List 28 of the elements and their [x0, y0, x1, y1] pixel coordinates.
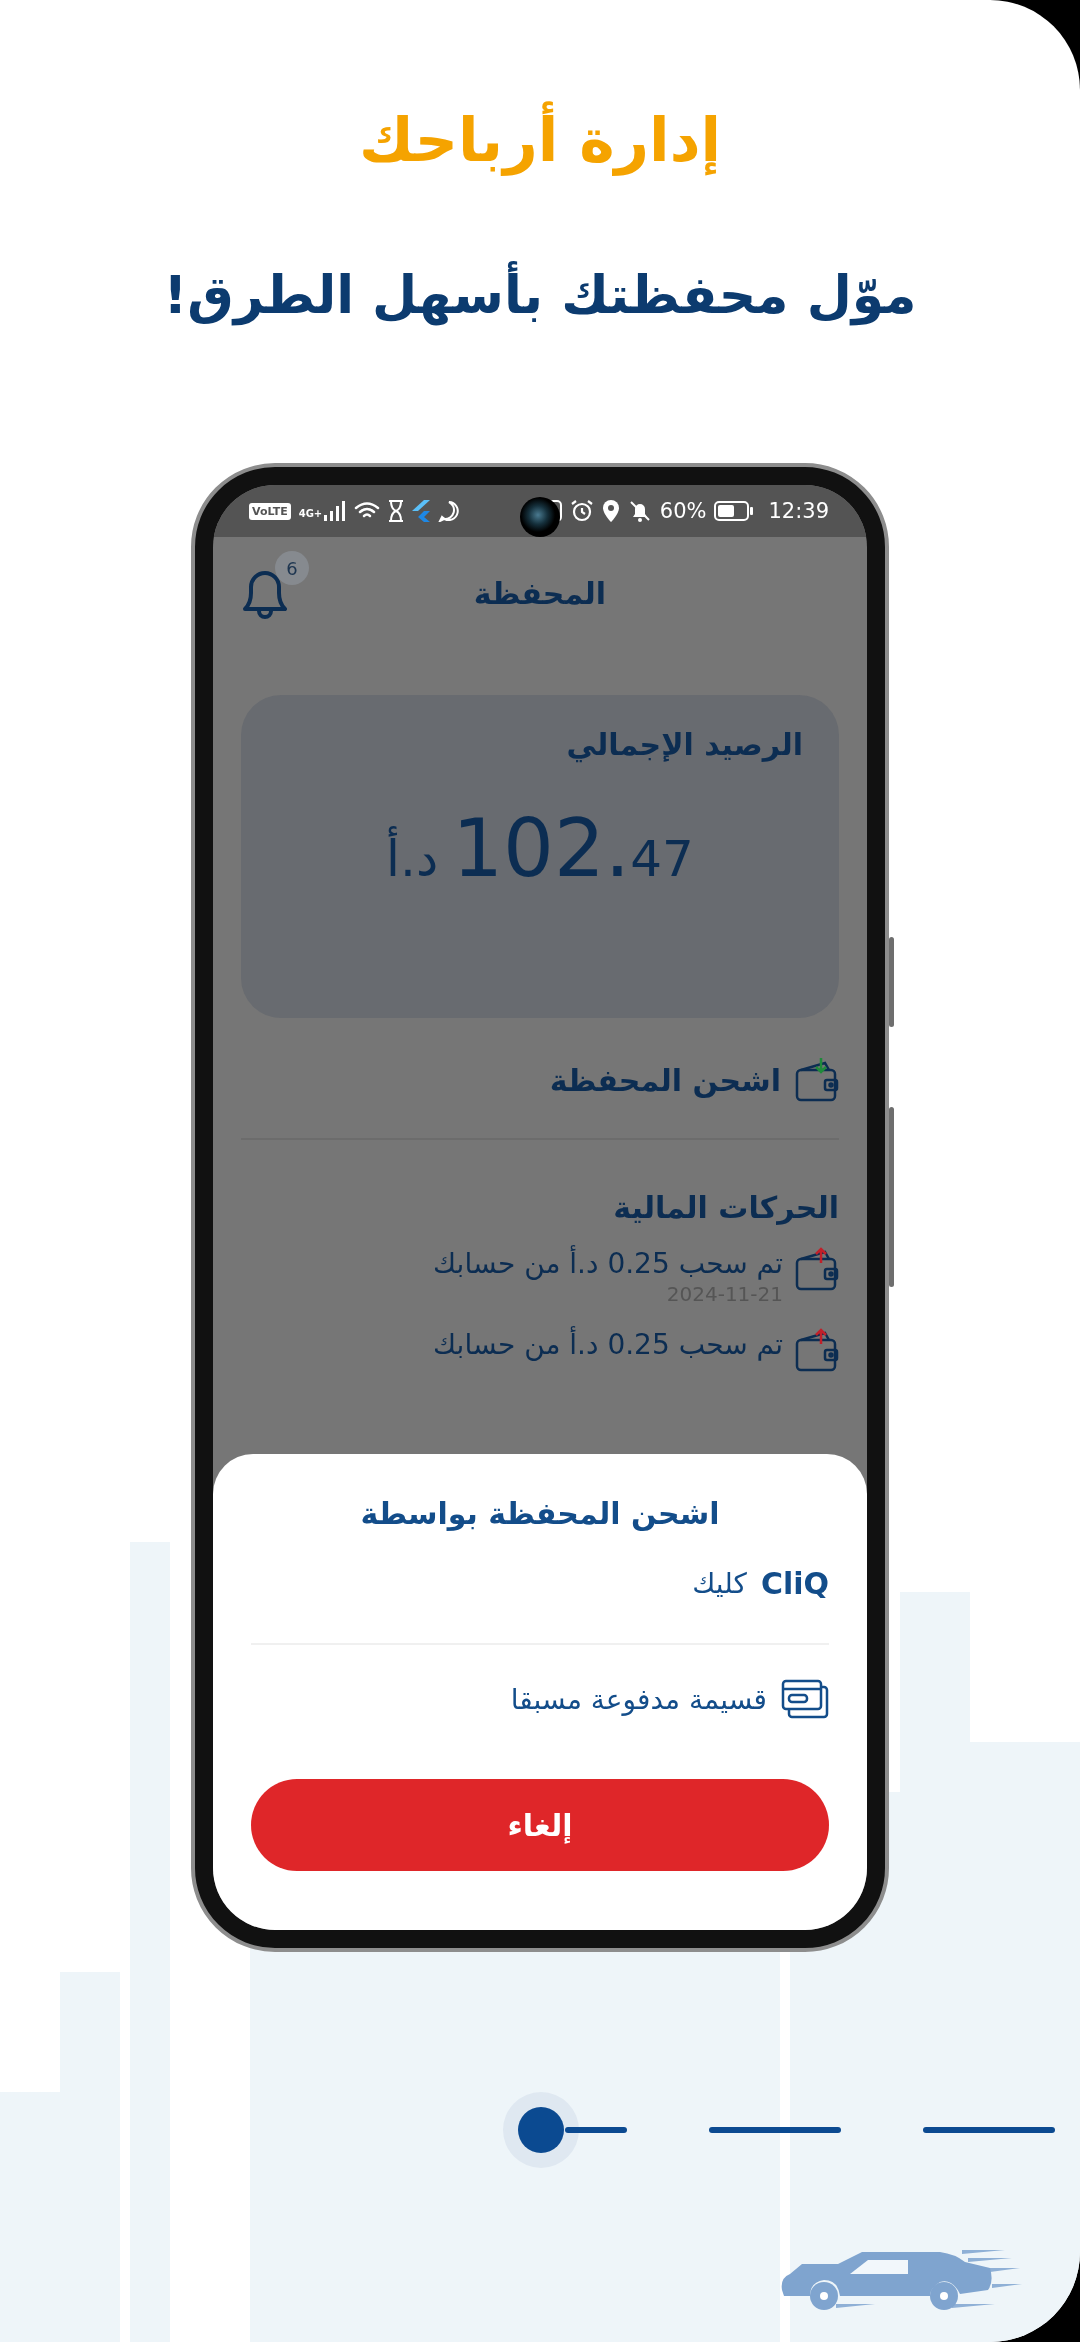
wallet-icon [795, 1247, 839, 1291]
cards-icon [781, 1679, 829, 1719]
transaction-text: تم سحب 0.25 د.أ من حسابك [433, 1247, 783, 1280]
muted-bell-icon [627, 499, 652, 523]
page-indicator[interactable] [503, 2092, 627, 2168]
wallet-icon [795, 1328, 839, 1372]
balance-label: الرصيد الإجمالي [565, 727, 803, 762]
notification-count: 6 [275, 551, 309, 585]
app-logo-icon [412, 500, 431, 522]
brand-logo: CliQ [760, 1565, 829, 1601]
wallet-icon [795, 1058, 839, 1102]
transaction-text: تم سحب 0.25 د.أ من حسابك [433, 1328, 783, 1361]
battery-icon [714, 500, 755, 522]
section-heading: الحركات المالية [612, 1190, 839, 1225]
hourglass-icon [388, 500, 405, 522]
cancel-button[interactable]: إلغاء [251, 1779, 829, 1871]
sheet-title: اشحن المحفظة بواسطة [359, 1496, 721, 1531]
network-type: 4G+ [298, 508, 323, 519]
headline: إدارة أرباحك [358, 95, 722, 185]
network-badge: VoLTE [249, 502, 291, 520]
battery-percent: 60% [659, 499, 707, 523]
subheadline: موّل محفظتك بأسهل الطرق! [163, 250, 917, 340]
signal-icon [324, 501, 347, 521]
clock-time: 12:39 [768, 499, 829, 523]
screen-title: المحفظة [472, 575, 608, 611]
payment-option[interactable]: قسيمة مدفوعة مسبقا [251, 1643, 829, 1739]
location-icon [601, 499, 620, 523]
alarm-icon [569, 499, 594, 523]
